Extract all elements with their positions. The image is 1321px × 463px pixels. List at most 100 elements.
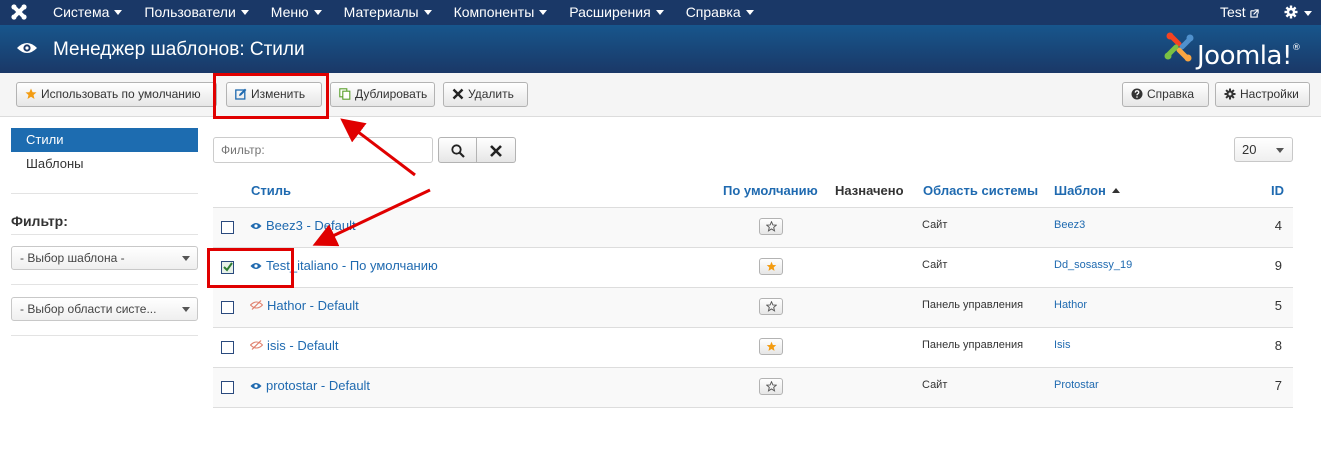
top-navbar: Система Пользователи Меню Материалы Комп…: [0, 0, 1321, 25]
duplicate-button[interactable]: Дублировать: [330, 82, 435, 107]
id-cell: 9: [1274, 258, 1282, 273]
close-icon: [452, 88, 464, 100]
menu-menus[interactable]: Меню: [260, 0, 333, 25]
row-checkbox[interactable]: [221, 381, 234, 394]
caret-down-icon: [539, 10, 548, 15]
menu-extensions[interactable]: Расширения: [558, 0, 674, 25]
joomla-icon[interactable]: [10, 3, 28, 21]
caret-down-icon: [240, 10, 249, 15]
template-link[interactable]: Isis: [1054, 339, 1071, 351]
star-empty-icon: [766, 301, 777, 312]
close-icon: [490, 145, 502, 157]
column-default[interactable]: По умолчанию: [723, 183, 818, 198]
sidebar-divider: [11, 335, 198, 336]
eye-hidden-icon: [249, 340, 264, 350]
star-empty-icon: [766, 221, 777, 232]
caret-down-icon: [655, 10, 664, 15]
style-link[interactable]: isis - Default: [249, 338, 339, 353]
make-default-button[interactable]: Использовать по умолчанию: [16, 82, 217, 107]
gear-icon[interactable]: [1284, 5, 1298, 19]
filter-heading: Фильтр:: [11, 213, 68, 229]
location-select[interactable]: - Выбор области систе...: [11, 297, 198, 321]
caret-down-icon: [1304, 11, 1312, 16]
table-row: [213, 327, 1293, 367]
joomla-logo-text: Joomla!®: [1197, 41, 1301, 71]
search-input[interactable]: [213, 137, 433, 163]
star-filled-icon: [766, 341, 777, 351]
template-link[interactable]: Beez3: [1054, 219, 1085, 231]
row-checkbox[interactable]: [221, 221, 234, 234]
search-icon: [451, 144, 465, 158]
search-button[interactable]: [438, 137, 477, 163]
default-star-button[interactable]: [759, 258, 783, 275]
caret-down-icon: [313, 10, 322, 15]
table-row: [213, 287, 1293, 327]
location-cell: Сайт: [922, 219, 948, 231]
copy-icon: [339, 88, 351, 100]
template-link[interactable]: Hathor: [1054, 299, 1087, 311]
joomla-logo: [1164, 32, 1194, 62]
external-link-icon: [1250, 9, 1259, 18]
menu-content[interactable]: Материалы: [333, 0, 443, 25]
location-cell: Панель управления: [922, 339, 1024, 351]
default-star-button[interactable]: [759, 298, 783, 315]
row-checkbox[interactable]: [221, 341, 234, 354]
list-limit-select[interactable]: 20: [1234, 137, 1293, 162]
sidebar-divider: [11, 193, 198, 194]
page-title: Менеджер шаблонов: Стили: [53, 39, 305, 60]
highlight-edit-button: [213, 73, 329, 119]
table-row: [213, 367, 1293, 407]
page-header: Менеджер шаблонов: Стили Joomla!®: [0, 25, 1321, 73]
template-link[interactable]: Protostar: [1054, 379, 1099, 391]
chevron-down-icon: [182, 307, 190, 312]
style-link[interactable]: Hathor - Default: [249, 298, 359, 313]
star-empty-icon: [766, 381, 777, 392]
site-link[interactable]: Test: [1220, 0, 1259, 25]
caret-down-icon: [114, 10, 123, 15]
sidebar-item-templates[interactable]: Шаблоны: [11, 152, 198, 176]
sort-asc-icon: [1111, 188, 1120, 193]
style-link[interactable]: protostar - Default: [250, 378, 370, 393]
location-cell: Сайт: [922, 259, 948, 271]
row-checkbox[interactable]: [221, 301, 234, 314]
caret-down-icon: [423, 10, 432, 15]
help-button[interactable]: Справка: [1122, 82, 1209, 107]
id-cell: 8: [1274, 338, 1282, 353]
table-bottom-border: [213, 407, 1293, 408]
eye-icon: [250, 223, 262, 229]
question-icon: [1131, 88, 1143, 100]
star-icon: [25, 88, 37, 99]
id-cell: 4: [1274, 218, 1282, 233]
default-star-button[interactable]: [759, 378, 783, 395]
sidebar-divider: [11, 284, 198, 285]
template-link[interactable]: Dd_sosassy_19: [1054, 259, 1132, 271]
style-link[interactable]: Beez3 - Default: [250, 218, 356, 233]
id-cell: 7: [1274, 378, 1282, 393]
template-select[interactable]: - Выбор шаблона -: [11, 246, 198, 270]
column-style[interactable]: Стиль: [251, 183, 291, 198]
eye-hidden-icon: [249, 300, 264, 310]
default-star-button[interactable]: [759, 218, 783, 235]
eye-icon: [17, 43, 37, 53]
menu-help[interactable]: Справка: [675, 0, 765, 25]
id-cell: 5: [1274, 298, 1282, 313]
table-row: [213, 207, 1293, 247]
menu-users[interactable]: Пользователи: [133, 0, 259, 25]
column-id[interactable]: ID: [1271, 183, 1284, 198]
menu-system[interactable]: Система: [42, 0, 133, 25]
menu-components[interactable]: Компоненты: [443, 0, 559, 25]
default-star-button[interactable]: [759, 338, 783, 355]
chevron-down-icon: [1276, 148, 1284, 153]
clear-search-button[interactable]: [477, 137, 516, 163]
options-button[interactable]: Настройки: [1215, 82, 1310, 107]
delete-button[interactable]: Удалить: [443, 82, 528, 107]
gear-icon: [1224, 88, 1236, 100]
star-filled-icon: [766, 261, 777, 271]
sidebar-item-styles[interactable]: Стили: [11, 128, 198, 152]
location-cell: Панель управления: [922, 299, 1024, 311]
column-location[interactable]: Область системы: [923, 183, 1038, 198]
caret-down-icon: [745, 10, 754, 15]
chevron-down-icon: [182, 256, 190, 261]
column-template[interactable]: Шаблон: [1054, 183, 1120, 198]
location-cell: Сайт: [922, 379, 948, 391]
